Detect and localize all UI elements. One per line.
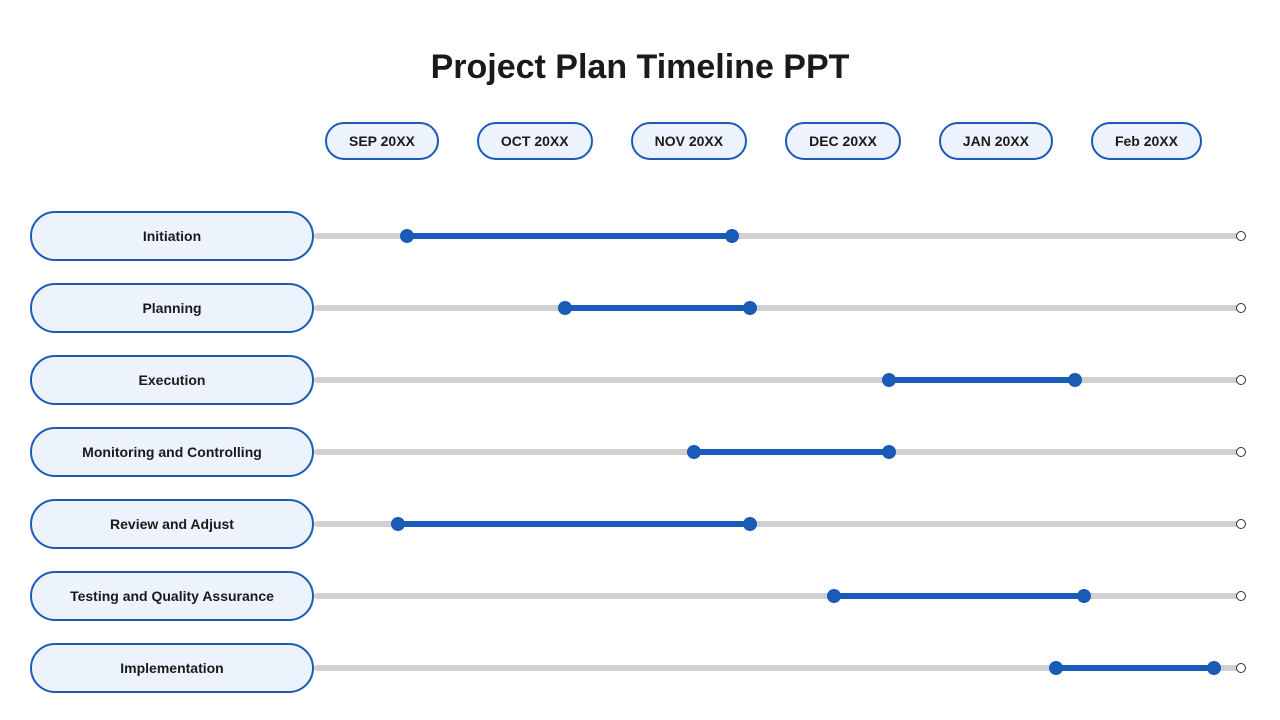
track-end-marker [1236, 663, 1246, 673]
gantt-bar [565, 305, 751, 311]
gantt-bar [1056, 665, 1214, 671]
task-label: Testing and Quality Assurance [30, 571, 314, 621]
track-end-marker [1236, 303, 1246, 313]
bar-start-dot [1049, 661, 1063, 675]
gantt-rows: Initiation Planning Execution Monitoring… [30, 200, 1250, 704]
bar-start-dot [391, 517, 405, 531]
task-label: Implementation [30, 643, 314, 693]
gantt-row: Initiation [30, 200, 1250, 272]
month-pill: OCT 20XX [477, 122, 593, 160]
gantt-bar [407, 233, 732, 239]
month-pill: SEP 20XX [325, 122, 439, 160]
gantt-bar [889, 377, 1075, 383]
bar-end-dot [743, 301, 757, 315]
gantt-row: Planning [30, 272, 1250, 344]
month-pill: NOV 20XX [631, 122, 747, 160]
track-end-marker [1236, 375, 1246, 385]
bar-end-dot [1077, 589, 1091, 603]
bar-start-dot [882, 373, 896, 387]
track-end-marker [1236, 591, 1246, 601]
task-label: Planning [30, 283, 314, 333]
gantt-row: Execution [30, 344, 1250, 416]
gantt-track [314, 305, 1242, 311]
gantt-row: Implementation [30, 632, 1250, 704]
gantt-bar [834, 593, 1085, 599]
gantt-bar [694, 449, 889, 455]
gantt-bar [398, 521, 751, 527]
track-end-marker [1236, 519, 1246, 529]
track-end-marker [1236, 231, 1246, 241]
gantt-row: Testing and Quality Assurance [30, 560, 1250, 632]
bar-end-dot [725, 229, 739, 243]
page-title: Project Plan Timeline PPT [0, 48, 1280, 87]
task-label: Monitoring and Controlling [30, 427, 314, 477]
months-header: SEP 20XX OCT 20XX NOV 20XX DEC 20XX JAN … [325, 122, 1245, 160]
bar-end-dot [743, 517, 757, 531]
bar-end-dot [1207, 661, 1221, 675]
gantt-track [314, 377, 1242, 383]
bar-end-dot [1068, 373, 1082, 387]
task-label: Execution [30, 355, 314, 405]
bar-start-dot [687, 445, 701, 459]
month-pill: Feb 20XX [1091, 122, 1202, 160]
bar-start-dot [400, 229, 414, 243]
bar-start-dot [558, 301, 572, 315]
task-label: Review and Adjust [30, 499, 314, 549]
month-pill: DEC 20XX [785, 122, 901, 160]
task-label: Initiation [30, 211, 314, 261]
gantt-row: Review and Adjust [30, 488, 1250, 560]
gantt-track [314, 593, 1242, 599]
month-pill: JAN 20XX [939, 122, 1053, 160]
track-end-marker [1236, 447, 1246, 457]
bar-end-dot [882, 445, 896, 459]
bar-start-dot [827, 589, 841, 603]
gantt-row: Monitoring and Controlling [30, 416, 1250, 488]
